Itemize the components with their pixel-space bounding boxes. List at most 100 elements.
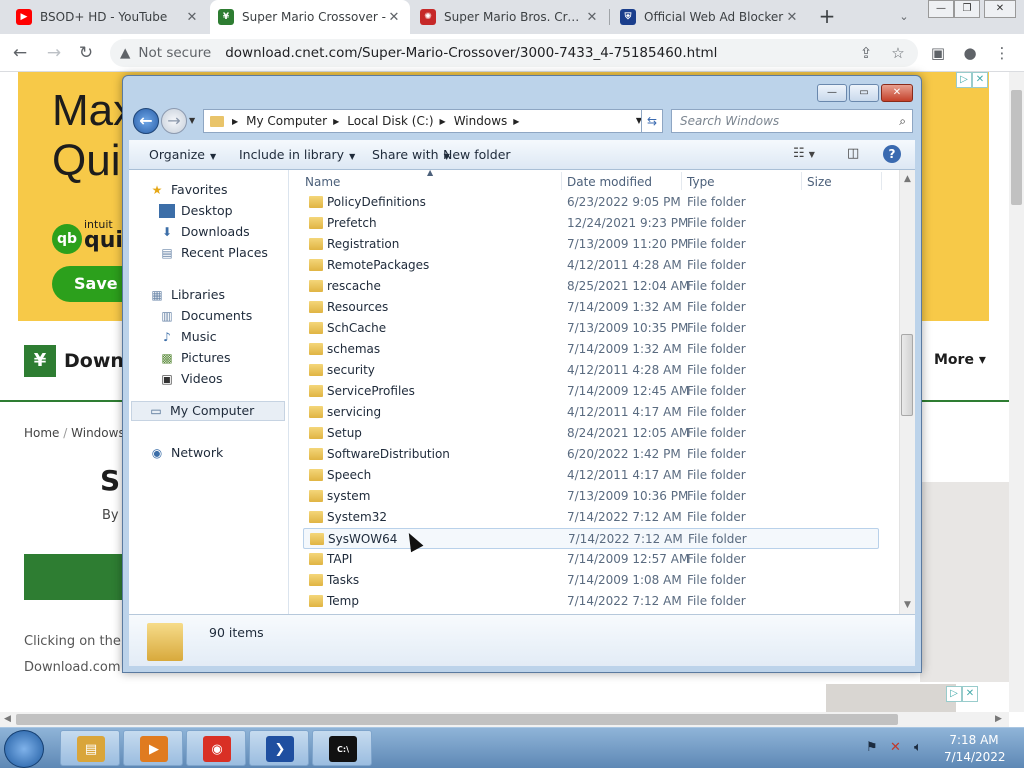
file-row[interactable]: RemotePackages 4/12/2011 4:28 AM File fold…	[303, 255, 879, 276]
explorer-address-bar[interactable]: ▶ My Computer ▶ Local Disk (C:) ▶ Window…	[203, 109, 649, 133]
network-disconnected-icon[interactable]: ✕	[890, 740, 901, 755]
chevron-right-icon[interactable]: ▶	[232, 117, 238, 126]
tab-youtube[interactable]: ▶ BSOD+ HD - YouTube ✕	[8, 0, 208, 34]
side-panel-icon[interactable]: ▣	[926, 41, 950, 65]
taskbar-media-player[interactable]: ▶	[123, 730, 183, 766]
ad-close-icon[interactable]: ✕	[972, 72, 988, 88]
column-type[interactable]: Type	[687, 175, 715, 189]
chevron-right-icon[interactable]: ▶	[513, 117, 519, 126]
nav-recent-places[interactable]: ▤ Recent Places	[159, 243, 268, 263]
address-segment[interactable]: Windows	[454, 114, 508, 128]
ad-close-icon[interactable]: ✕	[962, 686, 978, 702]
system-clock[interactable]: 7:18 AM 7/14/2022	[944, 732, 1006, 766]
recent-pages-chevron-icon[interactable]: ▼	[189, 116, 195, 125]
taskbar-windows-explorer[interactable]: ▤	[60, 730, 120, 766]
file-row[interactable]: servicing 4/12/2011 4:17 AM File folder	[303, 402, 879, 423]
refresh-icon[interactable]: ⇆	[641, 109, 663, 133]
nav-libraries[interactable]: ▦ Libraries	[149, 285, 225, 305]
column-date-modified[interactable]: Date modified	[567, 175, 652, 189]
explorer-search-input[interactable]: Search Windows ⌕	[671, 109, 913, 133]
breadcrumb-home[interactable]: Home	[24, 426, 59, 440]
file-row[interactable]: System32 7/14/2022 7:12 AM File folder	[303, 507, 879, 528]
maximize-button[interactable]: ❐	[954, 0, 980, 18]
column-divider[interactable]	[681, 172, 682, 190]
scroll-left-icon[interactable]: ◀	[4, 714, 11, 724]
file-row[interactable]: Resources 7/14/2009 1:32 AM File folder	[303, 297, 879, 318]
file-row[interactable]: Temp 7/14/2022 7:12 AM File folder	[303, 591, 879, 612]
tab-ad-blocker[interactable]: ⛨ Official Web Ad Blocker ✕	[612, 0, 808, 34]
share-with-menu[interactable]: Share with ▼	[372, 147, 450, 162]
nav-favorites[interactable]: ★ Favorites	[149, 180, 228, 200]
file-list-scroll-thumb[interactable]	[901, 334, 913, 416]
more-menu[interactable]: More ▾	[934, 352, 986, 368]
close-icon[interactable]: ✕	[784, 10, 800, 25]
breadcrumb-windows[interactable]: Windows	[71, 426, 125, 440]
file-row[interactable]: TAPI 7/14/2009 12:57 AM File folder	[303, 549, 879, 570]
bookmark-star-icon[interactable]: ☆	[886, 41, 910, 65]
help-icon[interactable]: ?	[883, 145, 901, 163]
nav-network[interactable]: ◉ Network	[149, 443, 223, 463]
back-arrow-icon[interactable]: ←	[8, 41, 32, 65]
forward-arrow-icon[interactable]: →	[161, 108, 187, 134]
site-name[interactable]: Down	[64, 350, 124, 372]
column-divider[interactable]	[881, 172, 882, 190]
close-icon[interactable]: ✕	[184, 10, 200, 25]
scroll-right-icon[interactable]: ▶	[995, 714, 1002, 724]
address-segment[interactable]: Local Disk (C:)	[347, 114, 433, 128]
taskbar-powershell[interactable]: ❯	[249, 730, 309, 766]
download-com-logo-icon[interactable]: ¥	[24, 345, 56, 377]
organize-menu[interactable]: Organize ▼	[149, 147, 216, 162]
url-text[interactable]: download.cnet.com/Super-Mario-Crossover/…	[225, 45, 717, 61]
maximize-button[interactable]: ▭	[849, 84, 879, 102]
back-arrow-icon[interactable]: ←	[133, 108, 159, 134]
column-size[interactable]: Size	[807, 175, 832, 189]
reload-icon[interactable]: ↻	[74, 41, 98, 65]
file-row[interactable]: ServiceProfiles 7/14/2009 12:45 AM File fo…	[303, 381, 879, 402]
page-scroll-thumb[interactable]	[1011, 90, 1022, 205]
change-view-icon[interactable]: ☷ ▼	[793, 146, 815, 161]
column-divider[interactable]	[801, 172, 802, 190]
page-hscroll-thumb[interactable]	[16, 714, 898, 725]
column-name[interactable]: Name	[305, 175, 340, 189]
address-segment[interactable]: My Computer	[246, 114, 327, 128]
nav-music[interactable]: ♪ Music	[159, 327, 216, 347]
profile-avatar-icon[interactable]: ●	[958, 41, 982, 65]
file-row[interactable]: PolicyDefinitions 6/23/2022 9:05 PM File f…	[303, 192, 879, 213]
file-row[interactable]: security 4/12/2011 4:28 AM File folder	[303, 360, 879, 381]
menu-kebab-icon[interactable]: ⋮	[990, 41, 1014, 65]
nav-documents[interactable]: ▥ Documents	[159, 306, 252, 326]
file-row[interactable]: schemas 7/14/2009 1:32 AM File folder	[303, 339, 879, 360]
address-bar[interactable]: ▲ Not secure download.cnet.com/Super-Mar…	[110, 39, 918, 67]
nav-my-computer[interactable]: ▭ My Computer	[131, 401, 285, 421]
scroll-down-icon[interactable]: ▼	[904, 600, 911, 610]
volume-icon[interactable]: 🔈︎	[914, 740, 922, 755]
new-folder-button[interactable]: New folder	[443, 147, 511, 162]
action-center-icon[interactable]: ⚑	[866, 740, 878, 755]
file-row[interactable]: SysWOW64 7/14/2022 7:12 AM File folder	[303, 528, 879, 549]
file-row[interactable]: SoftwareDistribution 6/20/2022 1:42 PM Fil…	[303, 444, 879, 465]
close-icon[interactable]: ✕	[584, 10, 600, 25]
taskbar-chrome[interactable]: ◉	[186, 730, 246, 766]
new-tab-button[interactable]: +	[816, 6, 838, 28]
start-button[interactable]	[4, 730, 44, 768]
warning-icon[interactable]: ▲	[120, 45, 130, 61]
ad-info-icon[interactable]: ▷	[956, 72, 972, 88]
close-window-button[interactable]: ✕	[984, 0, 1016, 18]
close-window-button[interactable]: ✕	[881, 84, 913, 102]
file-row[interactable]: SchCache 7/13/2009 10:35 PM File folder	[303, 318, 879, 339]
file-row[interactable]: Setup 8/24/2021 12:05 AM File folder	[303, 423, 879, 444]
ad-info-icon[interactable]: ▷	[946, 686, 962, 702]
nav-pictures[interactable]: ▩ Pictures	[159, 348, 230, 368]
search-icon[interactable]: ⌕	[899, 110, 906, 132]
share-icon[interactable]: ⇪	[854, 41, 878, 65]
file-row[interactable]: Prefetch 12/24/2021 9:23 PM File folder	[303, 213, 879, 234]
taskbar-cmd[interactable]: C:\	[312, 730, 372, 766]
file-row[interactable]: system 7/13/2009 10:36 PM File folder	[303, 486, 879, 507]
chevron-right-icon[interactable]: ▶	[440, 117, 446, 126]
file-row[interactable]: Speech 4/12/2011 4:17 AM File folder	[303, 465, 879, 486]
tab-super-mario-crossover[interactable]: ¥ Super Mario Crossover - ✕	[210, 0, 410, 34]
nav-desktop[interactable]: Desktop	[159, 201, 233, 221]
tab-super-mario-bros[interactable]: ✺ Super Mario Bros. Crosso ✕	[412, 0, 608, 34]
close-icon[interactable]: ✕	[386, 10, 402, 25]
minimize-button[interactable]: —	[928, 0, 954, 18]
